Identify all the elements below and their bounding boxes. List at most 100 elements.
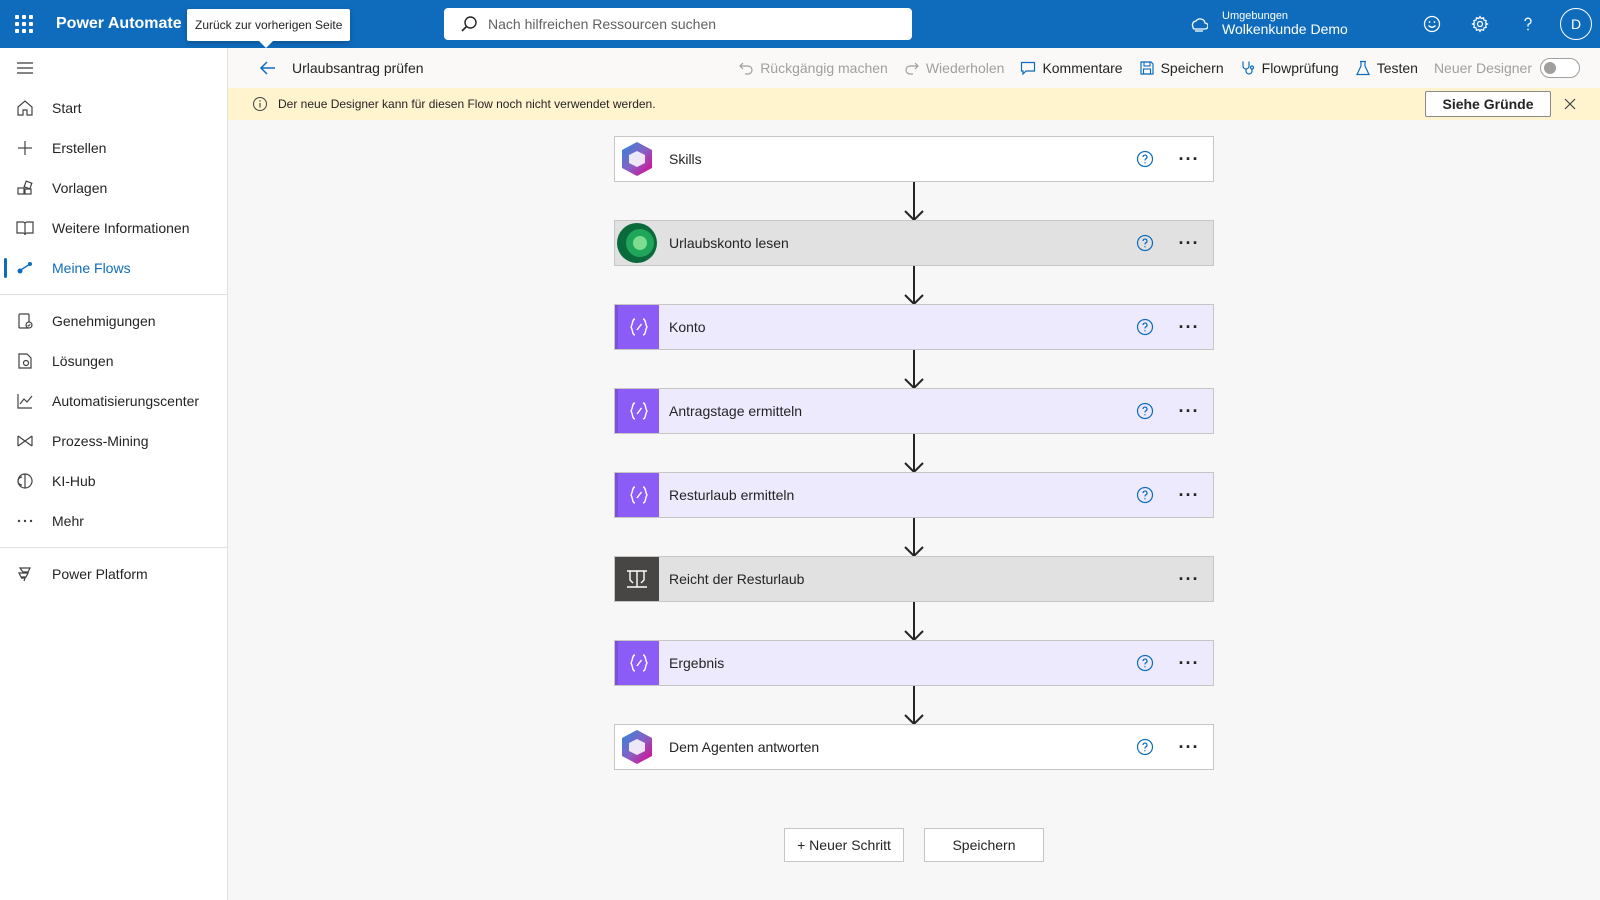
chart-icon xyxy=(16,392,34,410)
sidebar-item-label: Weitere Informationen xyxy=(52,220,190,236)
connector-arrow xyxy=(904,266,924,306)
more-options-icon[interactable]: ··· xyxy=(1177,653,1201,674)
nav-divider xyxy=(0,547,227,548)
app-launcher-button[interactable] xyxy=(0,0,48,48)
back-tooltip: Zurück zur vorherigen Seite xyxy=(187,9,351,48)
sidebar-item-mehr[interactable]: Mehr xyxy=(0,501,227,541)
step-title: Antragstage ermitteln xyxy=(669,403,803,419)
sidebar-item-label: Start xyxy=(52,100,82,116)
help-icon[interactable] xyxy=(1135,317,1155,337)
step-ergebnis[interactable]: Ergebnis ··· xyxy=(614,640,1214,686)
condition-icon xyxy=(615,557,659,601)
undo-button[interactable]: Rückgängig machen xyxy=(738,60,888,76)
more-options-icon[interactable]: ··· xyxy=(1177,233,1201,254)
see-reasons-button[interactable]: Siehe Gründe xyxy=(1425,91,1551,117)
more-options-icon[interactable]: ··· xyxy=(1177,317,1201,338)
sidebar-item-automatisierungscenter[interactable]: Automatisierungscenter xyxy=(0,381,227,421)
flow-name: Urlaubsantrag prüfen xyxy=(292,60,424,76)
sidebar-item-label: Mehr xyxy=(52,513,84,529)
search-input[interactable] xyxy=(488,16,888,32)
undo-icon xyxy=(739,62,753,75)
gear-icon xyxy=(1471,15,1489,33)
step-resturlaub-ermitteln[interactable]: Resturlaub ermitteln ··· xyxy=(614,472,1214,518)
save-button[interactable]: Speichern xyxy=(1139,60,1224,76)
approvals-icon xyxy=(16,312,34,330)
save-flow-button[interactable]: Speichern xyxy=(924,828,1044,862)
step-title: Dem Agenten antworten xyxy=(669,739,820,755)
sidebar: Start Erstellen Vorlagen Weitere Informa… xyxy=(0,48,228,900)
sidebar-item-erstellen[interactable]: Erstellen xyxy=(0,128,227,168)
step-antragstage-ermitteln[interactable]: Antragstage ermitteln ··· xyxy=(614,388,1214,434)
redo-label: Wiederholen xyxy=(925,60,1005,76)
connector-arrow xyxy=(904,602,924,642)
more-options-icon[interactable]: ··· xyxy=(1177,737,1201,758)
warning-banner: Der neue Designer kann für diesen Flow n… xyxy=(228,88,1600,120)
variable-icon xyxy=(615,389,659,433)
command-bar: Urlaubsantrag prüfen Rückgängig machen W… xyxy=(228,48,1600,88)
more-options-icon[interactable]: ··· xyxy=(1177,569,1201,590)
new-designer-toggle[interactable] xyxy=(1540,58,1580,78)
help-icon[interactable] xyxy=(1135,149,1155,169)
variable-icon xyxy=(615,305,659,349)
more-icon xyxy=(16,512,34,530)
sidebar-item-start[interactable]: Start xyxy=(0,88,227,128)
step-title: Urlaubskonto lesen xyxy=(669,235,789,251)
sidebar-item-label: Genehmigungen xyxy=(52,313,156,329)
sidebar-item-label: KI-Hub xyxy=(52,473,96,489)
undo-label: Rückgängig machen xyxy=(760,60,888,76)
step-title: Resturlaub ermitteln xyxy=(669,487,795,503)
settings-button[interactable] xyxy=(1456,0,1504,48)
copilot-icon xyxy=(615,725,659,769)
step-title: Ergebnis xyxy=(669,655,725,671)
sidebar-item-label: Prozess-Mining xyxy=(52,433,149,449)
sidebar-item-meine-flows[interactable]: Meine Flows xyxy=(0,248,227,288)
step-konto[interactable]: Konto ··· xyxy=(614,304,1214,350)
back-arrow-icon xyxy=(259,61,275,75)
redo-button[interactable]: Wiederholen xyxy=(904,60,1005,76)
comment-icon xyxy=(1021,61,1036,76)
step-reicht-der-resturlaub[interactable]: Reicht der Resturlaub ··· xyxy=(614,556,1214,602)
close-banner-button[interactable] xyxy=(1560,94,1580,114)
collapse-nav-button[interactable] xyxy=(0,48,227,88)
step-skills[interactable]: Skills ··· xyxy=(614,136,1214,182)
sidebar-item-prozess-mining[interactable]: Prozess-Mining xyxy=(0,421,227,461)
help-icon[interactable] xyxy=(1135,233,1155,253)
help-icon[interactable] xyxy=(1135,401,1155,421)
flow-checker-button[interactable]: Flowprüfung xyxy=(1240,60,1339,76)
flows-icon xyxy=(16,259,34,277)
sidebar-item-label: Automatisierungscenter xyxy=(52,393,200,409)
help-icon[interactable] xyxy=(1135,485,1155,505)
environment-name: Wolkenkunde Demo xyxy=(1222,21,1348,38)
more-options-icon[interactable]: ··· xyxy=(1177,485,1201,506)
sidebar-item-genehmigungen[interactable]: Genehmigungen xyxy=(0,301,227,341)
app-title[interactable]: Power Automate xyxy=(56,15,182,33)
help-icon[interactable] xyxy=(1135,737,1155,757)
search-box[interactable] xyxy=(444,8,912,40)
sidebar-item-label: Lösungen xyxy=(52,353,114,369)
sidebar-item-loesungen[interactable]: Lösungen xyxy=(0,341,227,381)
back-button[interactable] xyxy=(248,48,288,88)
environment-picker[interactable]: Umgebungen Wolkenkunde Demo xyxy=(1190,0,1348,48)
connector-arrow xyxy=(904,434,924,474)
test-button[interactable]: Testen xyxy=(1355,60,1418,76)
avatar[interactable]: D xyxy=(1560,8,1592,40)
step-urlaubskonto-lesen[interactable]: Urlaubskonto lesen ··· xyxy=(614,220,1214,266)
sidebar-item-weitere-informationen[interactable]: Weitere Informationen xyxy=(0,208,227,248)
help-button[interactable] xyxy=(1504,0,1552,48)
more-options-icon[interactable]: ··· xyxy=(1177,149,1201,170)
more-options-icon[interactable]: ··· xyxy=(1177,401,1201,422)
step-dem-agenten-antworten[interactable]: Dem Agenten antworten ··· xyxy=(614,724,1214,770)
feedback-button[interactable] xyxy=(1408,0,1456,48)
comments-label: Kommentare xyxy=(1042,60,1123,76)
comments-button[interactable]: Kommentare xyxy=(1020,60,1123,76)
sidebar-item-power-platform[interactable]: Power Platform xyxy=(0,554,227,594)
help-icon[interactable] xyxy=(1135,653,1155,673)
sidebar-item-ki-hub[interactable]: KI-Hub xyxy=(0,461,227,501)
solutions-icon xyxy=(16,352,34,370)
sidebar-item-label: Vorlagen xyxy=(52,180,108,196)
flow-canvas: Skills ··· Urlaubskonto lesen ··· Konto … xyxy=(228,120,1600,900)
connector-arrow xyxy=(904,350,924,390)
sidebar-item-vorlagen[interactable]: Vorlagen xyxy=(0,168,227,208)
step-title: Reicht der Resturlaub xyxy=(669,571,805,587)
new-step-button[interactable]: + Neuer Schritt xyxy=(784,828,904,862)
